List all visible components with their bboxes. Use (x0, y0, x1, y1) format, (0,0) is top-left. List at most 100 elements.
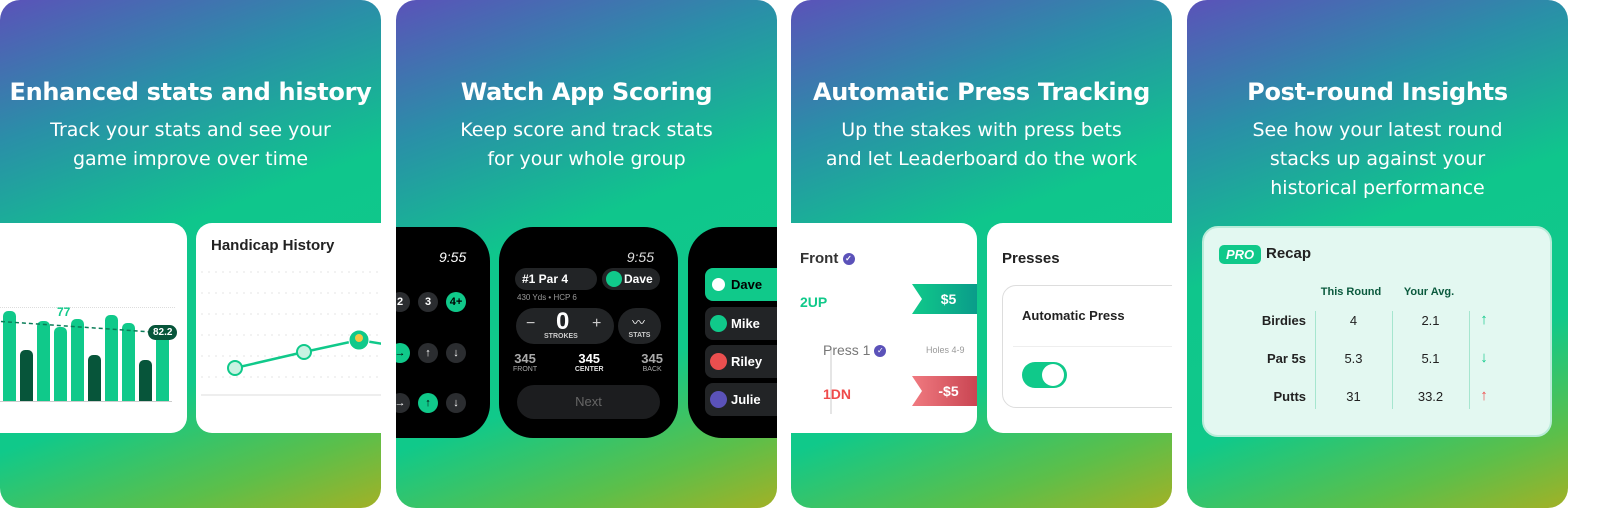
handicap-card: Handicap History (196, 223, 381, 433)
player-row[interactable]: Mike (705, 307, 777, 340)
best-label: 77 (57, 305, 71, 319)
presses-title: Presses (1002, 250, 1060, 267)
panel-title: Watch App Scoring (460, 78, 713, 106)
amount-badge-negative: -$5 (912, 376, 977, 406)
avatar (710, 276, 727, 293)
panel-title: Post-round Insights (1247, 78, 1508, 106)
score-button[interactable]: 3 (418, 292, 438, 312)
stats-label: STATS (628, 332, 651, 339)
avatar (710, 315, 727, 332)
baseline (0, 401, 172, 402)
panel-subtitle: Keep score and track stats for your whole… (396, 116, 777, 174)
panel-title: Automatic Press Tracking (813, 78, 1150, 106)
subtitle-line: historical performance (1270, 177, 1485, 199)
status-down: 1DN (823, 386, 852, 402)
row-label: Par 5s (1266, 351, 1306, 366)
hole-pill[interactable]: #1 Par 4 (515, 268, 597, 290)
front-text: Front (800, 250, 839, 267)
distance-center: 345 CENTER (575, 351, 604, 373)
average-badge: 82.2 (148, 325, 178, 340)
panel-insights: Post-round Insights See how your latest … (1187, 0, 1568, 508)
arrow-right-icon[interactable]: → (396, 343, 410, 363)
amount-badge-positive: $5 (912, 284, 977, 314)
stats-button[interactable]: 〰 STATS (618, 308, 661, 344)
player-row[interactable]: Dave (705, 268, 777, 301)
panel-title: Enhanced stats and history (9, 78, 372, 106)
score-button[interactable]: 2 (396, 292, 410, 312)
holes-range: Holes 4-9 (926, 345, 965, 355)
distance-value: 345 (578, 351, 601, 366)
pro-badge: PRO (1219, 245, 1262, 264)
arrow-down-icon[interactable]: ↓ (446, 393, 466, 413)
status-up: 2UP (800, 294, 828, 310)
this-round-value: 31 (1346, 389, 1361, 404)
arrow-down-icon[interactable]: ↓ (446, 343, 466, 363)
player-name: Mike (731, 316, 760, 331)
distance-value: 345 (514, 351, 536, 366)
player-pill[interactable]: Dave (602, 268, 660, 290)
automatic-press-label: Automatic Press (1022, 308, 1125, 323)
automatic-press-toggle[interactable] (1022, 362, 1067, 388)
press1-text: Press 1 (823, 342, 871, 358)
avatar (710, 391, 727, 408)
divider (1013, 346, 1172, 347)
hole-info: 430 Yds • HCP 6 (517, 293, 577, 302)
player-name: Julie (731, 392, 761, 407)
panel-press: Automatic Press Tracking Up the stakes w… (791, 0, 1172, 508)
average-value: 5.1 (1421, 351, 1440, 366)
watch-center: 9:55 #1 Par 4 Dave 430 Yds • HCP 6 − 0 S… (499, 227, 678, 438)
toggle-knob (1042, 364, 1064, 386)
verified-icon: ✓ (874, 345, 887, 358)
average-value: 2.1 (1421, 313, 1440, 328)
decrement-button[interactable]: − (526, 315, 535, 333)
panel-subtitle: Up the stakes with press bets and let Lea… (791, 116, 1172, 174)
player-row[interactable]: Julie (705, 383, 777, 416)
column-divider (1469, 311, 1470, 409)
increment-button[interactable]: + (592, 315, 601, 333)
subtitle-line: See how your latest round (1252, 119, 1503, 141)
front-card: Front ✓ 2UP $5 Press 1 ✓ Holes 4-9 1DN -… (791, 223, 977, 433)
arrow-up-icon: ↑ (1480, 311, 1488, 328)
distances: 345 FRONT 345 CENTER 345 BACK (513, 351, 663, 373)
trend-icon: 〰 (632, 315, 646, 330)
recap-card: PRO Recap This Round Your Avg. Birdies 4 2… (1202, 226, 1552, 437)
score-chart-card: 77 82.2 (0, 223, 187, 433)
handicap-line-chart (201, 271, 381, 396)
distance-front: 345 FRONT (513, 351, 537, 373)
player-name: Riley (731, 354, 763, 369)
subtitle-line: and let Leaderboard do the work (825, 148, 1138, 170)
strokes-label: STROKES (544, 333, 578, 340)
distance-label: CENTER (574, 366, 604, 373)
front-label: Front ✓ (800, 250, 855, 267)
arrow-up-icon: ↑ (1480, 387, 1488, 404)
watch-time: 9:55 (439, 249, 467, 265)
player-row[interactable]: Riley (705, 345, 777, 378)
strokes-value: 0 (556, 308, 570, 335)
arrow-down-icon: ↓ (1480, 349, 1488, 366)
score-button[interactable]: 4+ (446, 292, 466, 312)
next-button[interactable]: Next (517, 385, 660, 419)
subtitle-line: Up the stakes with press bets (841, 119, 1122, 141)
player-name: Dave (624, 272, 653, 286)
press-divider (830, 349, 832, 414)
avatar (710, 353, 727, 370)
distance-label: BACK (642, 366, 662, 373)
player-name: Dave (731, 277, 763, 292)
automatic-press-box: Automatic Press (1002, 285, 1172, 408)
arrow-right-icon[interactable]: → (396, 393, 410, 413)
column-header: This Round (1320, 286, 1382, 298)
strokes-stepper[interactable]: − 0 STROKES + (516, 308, 614, 344)
presses-card: Presses Automatic Press (987, 223, 1172, 433)
watch-right: Dave Mike Riley Julie (688, 227, 777, 438)
distance-back: 345 BACK (641, 351, 663, 373)
distance-label: FRONT (513, 366, 538, 373)
arrow-up-icon[interactable]: ↑ (418, 393, 438, 413)
press1-label: Press 1 ✓ (823, 342, 887, 358)
subtitle-line: Track your stats and see your (50, 119, 331, 141)
row-label: Putts (1273, 389, 1307, 404)
subtitle-line: Keep score and track stats (460, 119, 713, 141)
panel-stats: Enhanced stats and history Track your st… (0, 0, 381, 508)
verified-icon: ✓ (842, 253, 855, 266)
avatar (606, 271, 622, 287)
arrow-up-icon[interactable]: ↑ (418, 343, 438, 363)
